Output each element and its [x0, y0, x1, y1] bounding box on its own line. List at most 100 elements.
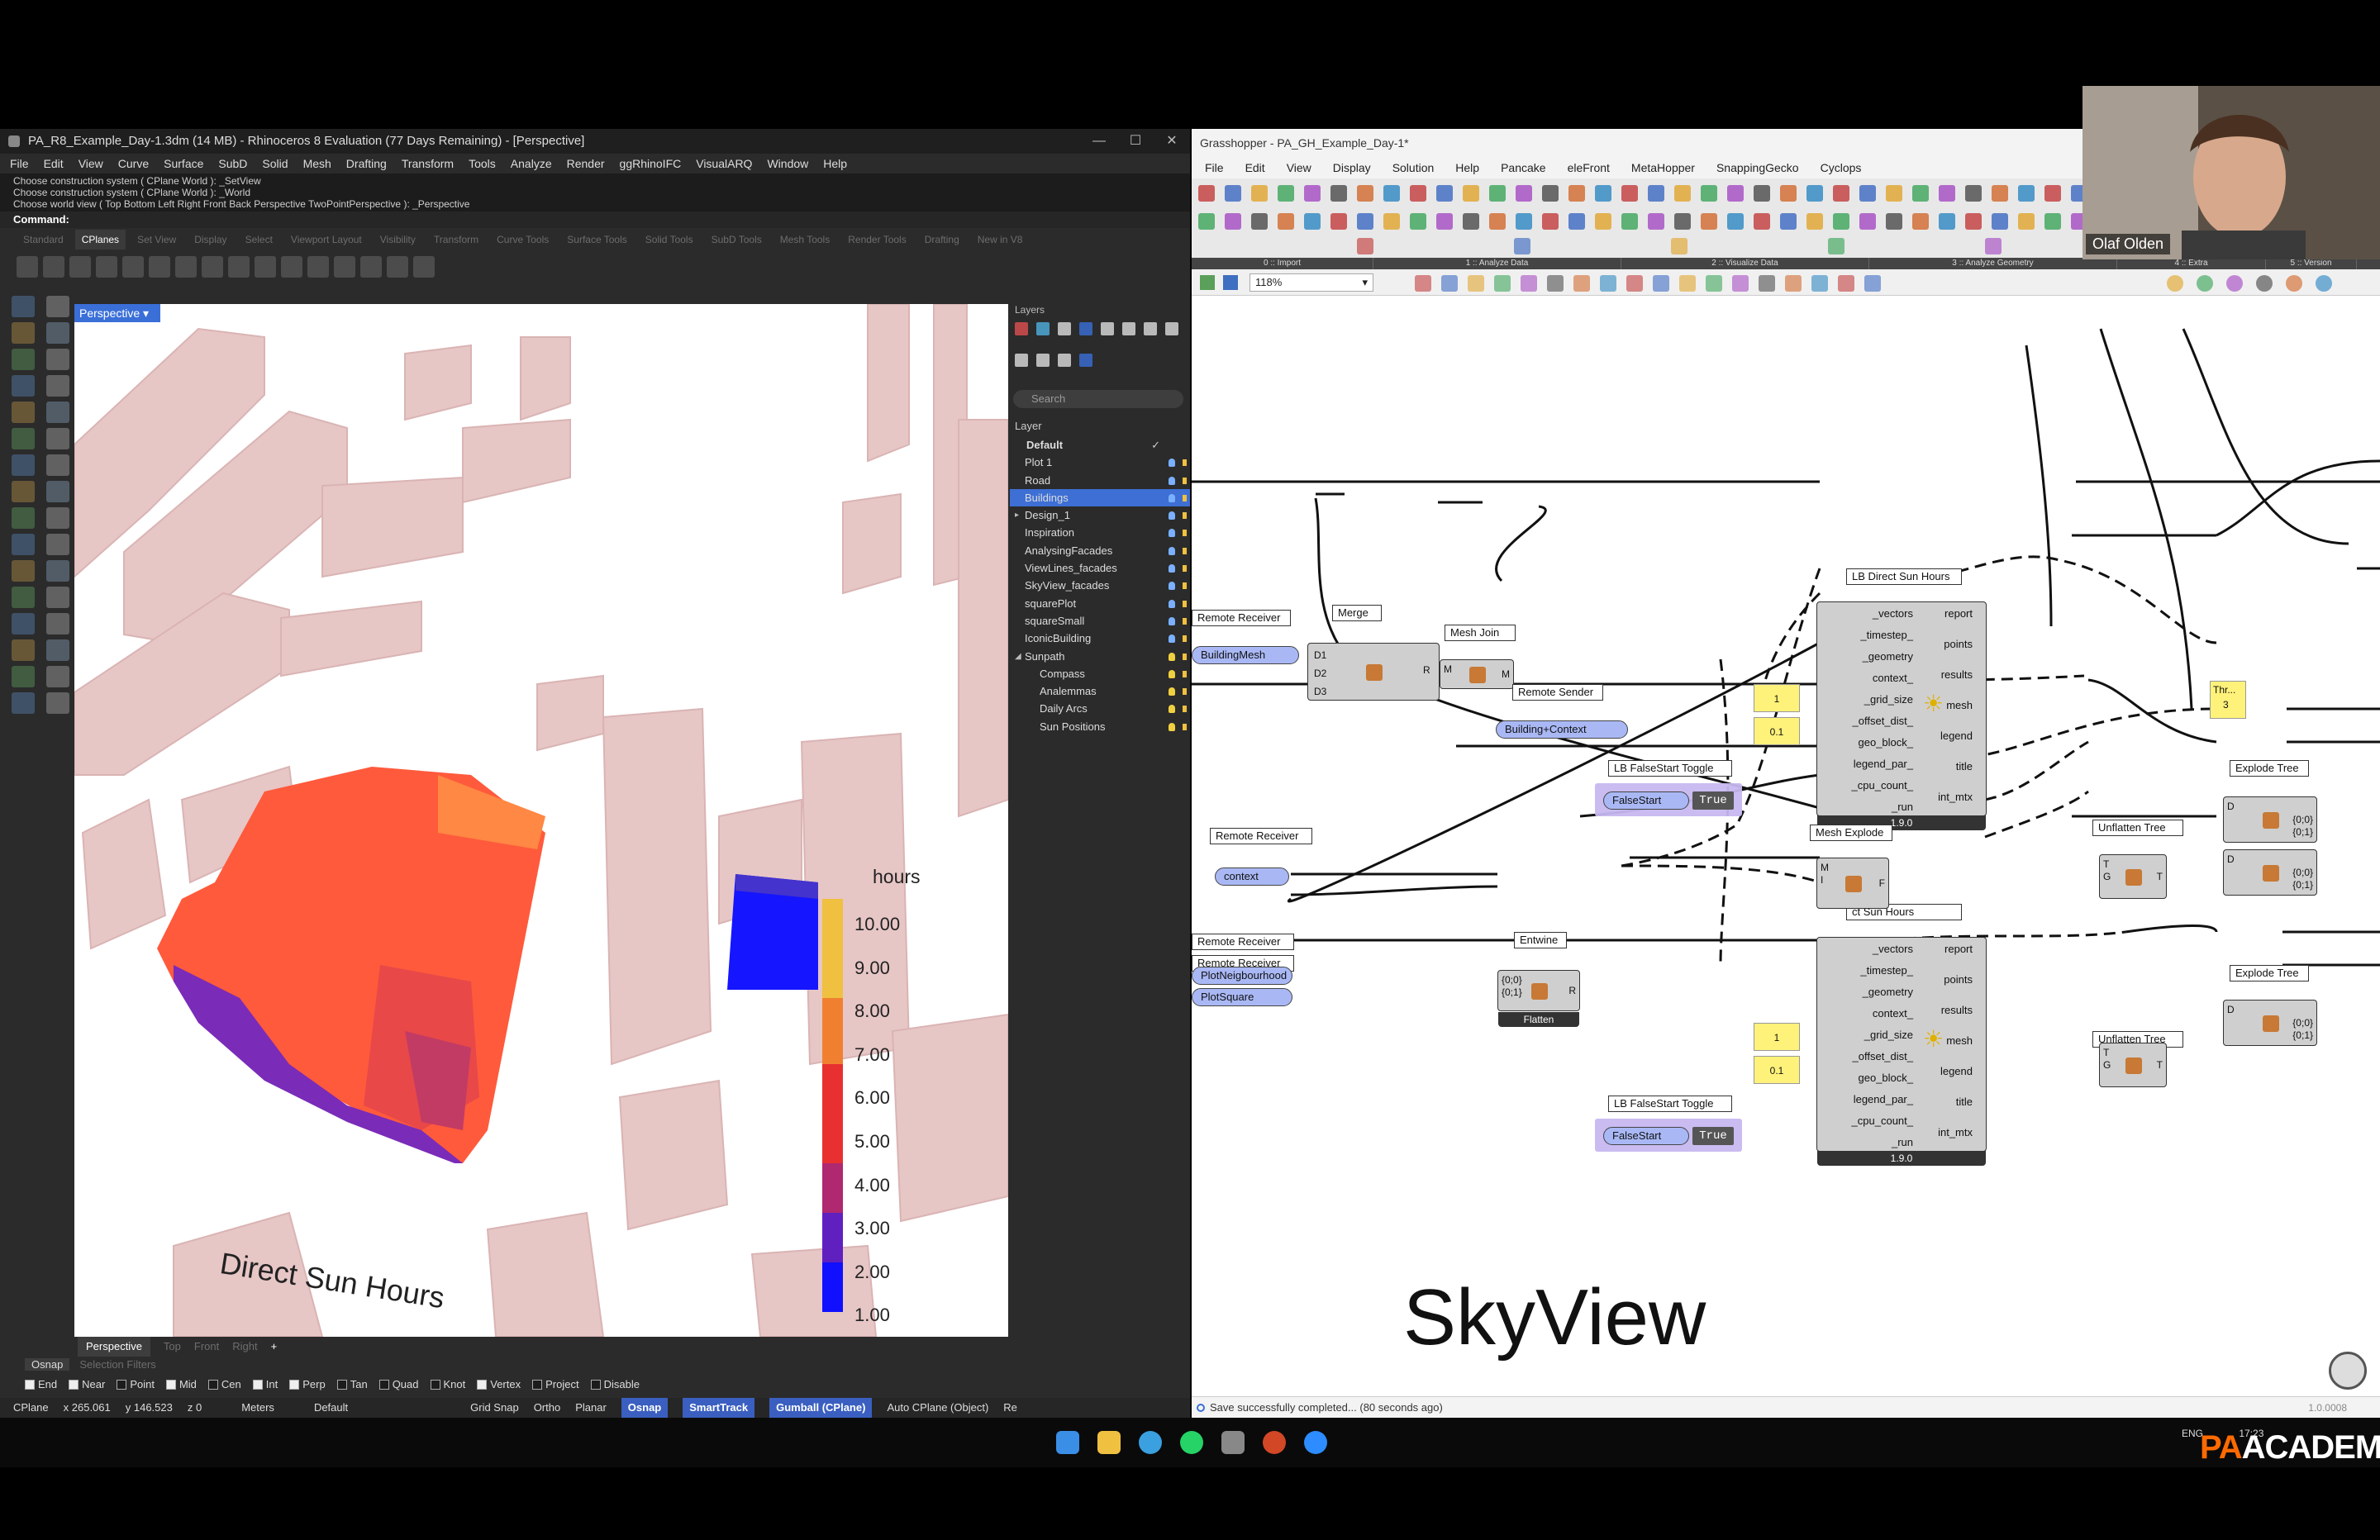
- layer-tool-icon[interactable]: [1036, 354, 1050, 367]
- viewport-tab-+[interactable]: +: [271, 1337, 278, 1357]
- plot-neighbourhood-receiver[interactable]: PlotNeigbourhood: [1192, 967, 1292, 985]
- explode-tree-component-3[interactable]: D {0;0} {0;1}: [2223, 1000, 2317, 1046]
- gh-menu-item-display[interactable]: Display: [1333, 157, 1371, 178]
- gh-component-icon[interactable]: [1330, 185, 1347, 202]
- layer-row[interactable]: Inspiration: [1010, 524, 1190, 541]
- canvas-tool-icon[interactable]: [2197, 275, 2213, 292]
- command-line[interactable]: Command:: [0, 212, 1190, 228]
- canvas-tool-icon[interactable]: [1785, 275, 1802, 292]
- gh-component-icon[interactable]: [1727, 213, 1744, 230]
- gh-menu-item-snappinggecko[interactable]: SnappingGecko: [1716, 157, 1799, 178]
- explode-tree-component-2[interactable]: D {0;0} {0;1}: [2223, 849, 2317, 896]
- layer-row[interactable]: Road: [1010, 472, 1190, 489]
- gh-component-icon[interactable]: [1568, 213, 1585, 230]
- osnap-int-checkbox[interactable]: Int: [252, 1378, 278, 1390]
- gh-component-icon[interactable]: [1674, 185, 1691, 202]
- layer-visibility-icon[interactable]: [1169, 564, 1175, 573]
- menu-item-analyze[interactable]: Analyze: [511, 154, 552, 173]
- checkbox-box[interactable]: [336, 1379, 347, 1390]
- gh-component-icon[interactable]: [1357, 238, 1373, 254]
- toolbar-tab[interactable]: Render Tools: [841, 230, 913, 250]
- osnap-perp-checkbox[interactable]: Perp: [289, 1378, 326, 1390]
- gh-menu-item-cyclops[interactable]: Cyclops: [1821, 157, 1862, 178]
- gh-component-icon[interactable]: [1595, 213, 1611, 230]
- cplane-tool-icon[interactable]: [307, 256, 329, 278]
- canvas-tool-icon[interactable]: [1811, 275, 1828, 292]
- layer-tool-icon[interactable]: [1165, 322, 1178, 335]
- modeling-tool-icon[interactable]: [12, 375, 35, 397]
- lb-direct-sun-hours-component[interactable]: _vectors _timestep_ _geometry context_ _grid…: [1816, 601, 1987, 830]
- cplane-tool-icon[interactable]: [281, 256, 302, 278]
- layer-tool-icon[interactable]: [1015, 354, 1028, 367]
- gh-panel-group[interactable]: 1 :: Analyze Data: [1373, 258, 1621, 269]
- layer-visibility-icon[interactable]: [1169, 616, 1175, 625]
- layer-search-input[interactable]: Search: [1013, 390, 1183, 408]
- layer-row[interactable]: Compass: [1010, 665, 1190, 682]
- modeling-tool-icon[interactable]: [12, 507, 35, 529]
- layer-row[interactable]: AnalysingFacades: [1010, 542, 1190, 559]
- modeling-tool-icon[interactable]: [46, 481, 69, 502]
- gh-component-icon[interactable]: [1516, 213, 1532, 230]
- toolbar-tab[interactable]: Set View: [131, 230, 183, 250]
- unflatten-tree-component[interactable]: TGT: [2099, 854, 2167, 899]
- modeling-tool-icon[interactable]: [12, 296, 35, 317]
- modeling-tool-icon[interactable]: [12, 587, 35, 608]
- layer-tool-icon[interactable]: [1144, 322, 1157, 335]
- canvas-tool-icon[interactable]: [1679, 275, 1696, 292]
- menu-item-tools[interactable]: Tools: [469, 154, 496, 173]
- gh-component-icon[interactable]: [1410, 213, 1426, 230]
- gh-component-icon[interactable]: [1965, 213, 1982, 230]
- gh-component-icon[interactable]: [1833, 213, 1849, 230]
- toolbar-tab[interactable]: Mesh Tools: [774, 230, 836, 250]
- osnap-mid-checkbox[interactable]: Mid: [165, 1378, 197, 1390]
- maximize-icon[interactable]: ☐: [1117, 129, 1154, 154]
- toolbar-tab[interactable]: Select: [239, 230, 279, 250]
- gh-component-icon[interactable]: [1985, 238, 2002, 254]
- modeling-tool-icon[interactable]: [12, 402, 35, 423]
- osnap-end-checkbox[interactable]: End: [25, 1378, 57, 1390]
- modeling-tool-icon[interactable]: [46, 296, 69, 317]
- explode-tree-component[interactable]: D {0;0} {0;1}: [2223, 796, 2317, 843]
- gh-component-icon[interactable]: [2018, 213, 2035, 230]
- modeling-tool-icon[interactable]: [12, 613, 35, 635]
- gh-component-icon[interactable]: [1198, 213, 1215, 230]
- menu-item-surface[interactable]: Surface: [164, 154, 203, 173]
- osnap-disable-checkbox[interactable]: Disable: [590, 1378, 640, 1390]
- gh-component-icon[interactable]: [1648, 213, 1664, 230]
- gh-component-icon[interactable]: [1806, 213, 1823, 230]
- toggle-false-label[interactable]: FalseStart: [1603, 791, 1689, 810]
- expand-icon[interactable]: ◢: [1015, 648, 1021, 665]
- gh-component-icon[interactable]: [1383, 185, 1400, 202]
- checkbox-box[interactable]: [590, 1379, 601, 1390]
- layer-visibility-icon[interactable]: [1169, 635, 1175, 644]
- canvas-tool-icon[interactable]: [1732, 275, 1749, 292]
- layer-row[interactable]: ViewLines_facades: [1010, 559, 1190, 577]
- gh-component-icon[interactable]: [1595, 185, 1611, 202]
- gh-component-icon[interactable]: [1671, 238, 1687, 254]
- cplane-tool-icon[interactable]: [175, 256, 197, 278]
- cplane-tool-icon[interactable]: [96, 256, 117, 278]
- toolbar-tab[interactable]: CPlanes: [74, 230, 126, 250]
- gh-component-icon[interactable]: [1828, 238, 1844, 254]
- status-units[interactable]: Meters: [241, 1398, 274, 1418]
- gh-component-icon[interactable]: [1330, 213, 1347, 230]
- gh-component-icon[interactable]: [1278, 185, 1294, 202]
- gh-component-icon[interactable]: [2044, 213, 2061, 230]
- cplane-tool-icon[interactable]: [413, 256, 435, 278]
- toolbar-tab[interactable]: SubD Tools: [705, 230, 769, 250]
- entwine-component[interactable]: {0;0} {0;1} R Flatten: [1497, 970, 1580, 1027]
- gh-panel-group[interactable]: 4 :: Extra: [2117, 258, 2266, 269]
- layer-tool-icon[interactable]: [1079, 354, 1092, 367]
- gh-panel-group[interactable]: 2 :: Visualize Data: [1621, 258, 1869, 269]
- number-panel[interactable]: 0.1: [1754, 1056, 1800, 1084]
- viewport-tab-front[interactable]: Front: [194, 1337, 219, 1357]
- osnap-toggle[interactable]: Osnap: [621, 1398, 669, 1418]
- layer-visibility-icon[interactable]: [1169, 652, 1175, 661]
- gh-menu-item-file[interactable]: File: [1205, 157, 1224, 178]
- canvas-tool-icon[interactable]: [2256, 275, 2273, 292]
- gh-panel-group[interactable]: 5 :: Version: [2266, 258, 2357, 269]
- number-panel[interactable]: 1: [1754, 684, 1800, 712]
- canvas-tool-icon[interactable]: [2167, 275, 2183, 292]
- toggle-value[interactable]: True: [1692, 1127, 1734, 1145]
- gh-component-icon[interactable]: [1278, 213, 1294, 230]
